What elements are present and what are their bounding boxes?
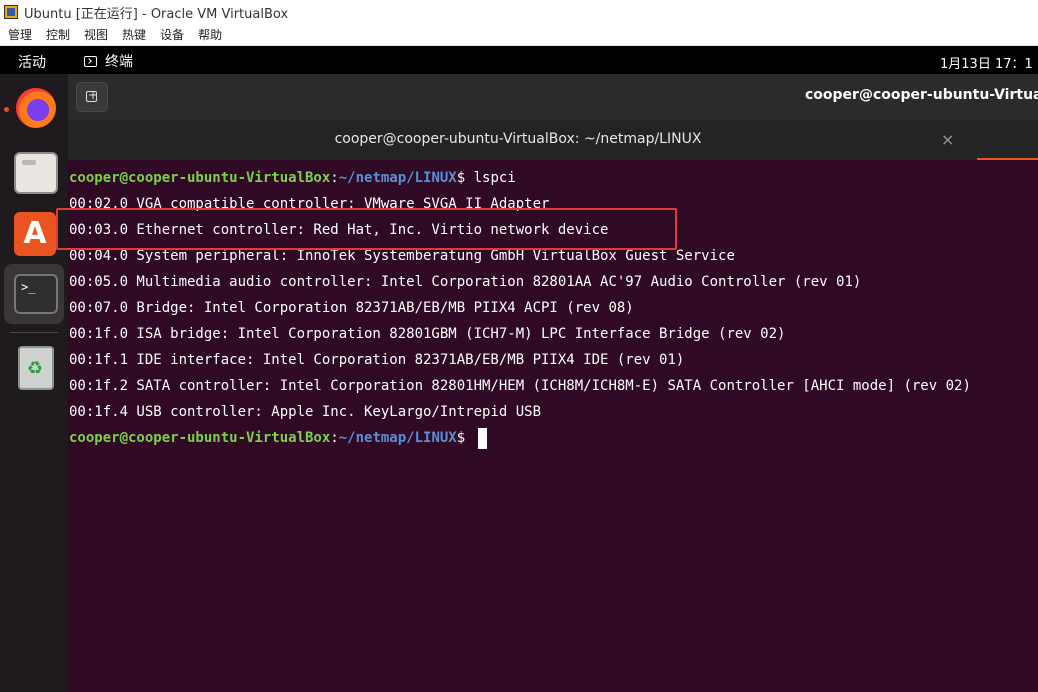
files-icon <box>14 152 58 194</box>
virtualbox-icon <box>4 5 18 19</box>
text-cursor <box>477 427 487 449</box>
prompt-user-host: cooper@cooper-ubuntu-VirtualBox <box>69 170 331 186</box>
prompt-separator: : <box>330 430 339 446</box>
terminal-tab-bar: cooper@cooper-ubuntu-VirtualBox: ~/netma… <box>68 120 1038 160</box>
menu-item-manage[interactable]: 管理 <box>8 26 32 43</box>
gnome-top-bar: 活动 终端 1月13日 17：1 <box>0 46 1038 74</box>
terminal-header-title: cooper@cooper-ubuntu-VirtualBox <box>805 87 1038 103</box>
prompt-symbol: $ <box>456 430 474 446</box>
prompt-separator: : <box>330 170 339 186</box>
dock: A >_ <box>0 74 68 692</box>
menu-item-hotkeys[interactable]: 热键 <box>122 26 146 43</box>
app-menu[interactable]: 终端 <box>84 51 133 71</box>
dock-item-terminal[interactable]: >_ <box>4 264 64 324</box>
menu-item-help[interactable]: 帮助 <box>198 26 222 43</box>
highlight-box <box>56 208 677 250</box>
new-tab-button[interactable] <box>76 82 108 112</box>
clock[interactable]: 1月13日 17：1 <box>940 53 1033 72</box>
close-tab-icon[interactable]: × <box>941 130 954 149</box>
dock-item-trash[interactable] <box>4 340 64 400</box>
terminal-icon: >_ <box>14 274 58 314</box>
menu-item-devices[interactable]: 设备 <box>160 26 184 43</box>
output-line: 00:1f.2 SATA controller: Intel Corporati… <box>69 378 971 394</box>
prompt-line: cooper@cooper-ubuntu-VirtualBox:~/netmap… <box>69 165 516 191</box>
dock-item-files[interactable] <box>4 142 64 202</box>
trash-icon <box>18 346 54 390</box>
prompt-path: ~/netmap/LINUX <box>338 170 457 186</box>
dock-item-firefox[interactable] <box>4 78 64 138</box>
tab-title[interactable]: cooper@cooper-ubuntu-VirtualBox: ~/netma… <box>68 131 968 147</box>
prompt-path: ~/netmap/LINUX <box>338 430 457 446</box>
dock-separator <box>10 332 58 333</box>
command-text: lspci <box>473 170 516 186</box>
window-title: Ubuntu [正在运行] - Oracle VM VirtualBox <box>24 6 289 22</box>
vbox-title-bar: Ubuntu [正在运行] - Oracle VM VirtualBox <box>0 0 1038 24</box>
output-line: 00:1f.0 ISA bridge: Intel Corporation 82… <box>69 326 786 342</box>
activities-button[interactable]: 活动 <box>18 52 46 72</box>
vbox-menu-bar: 管理 控制 视图 热键 设备 帮助 <box>0 24 1038 46</box>
menu-item-control[interactable]: 控制 <box>46 26 70 43</box>
terminal-header-bar: cooper@cooper-ubuntu-VirtualBox <box>68 74 1038 120</box>
app-menu-label: 终端 <box>105 54 133 70</box>
prompt-user-host: cooper@cooper-ubuntu-VirtualBox <box>69 430 331 446</box>
software-center-icon: A <box>14 212 56 256</box>
dock-item-software[interactable]: A <box>4 204 64 264</box>
output-line: 00:1f.1 IDE interface: Intel Corporation… <box>69 352 685 368</box>
output-line: 00:05.0 Multimedia audio controller: Int… <box>69 274 862 290</box>
firefox-icon <box>16 88 56 128</box>
terminal-small-icon <box>84 55 97 67</box>
output-line: 00:1f.4 USB controller: Apple Inc. KeyLa… <box>69 404 542 420</box>
prompt-symbol: $ <box>456 170 474 186</box>
prompt-line: cooper@cooper-ubuntu-VirtualBox:~/netmap… <box>69 425 487 451</box>
output-line: 00:07.0 Bridge: Intel Corporation 82371A… <box>69 300 634 316</box>
menu-item-view[interactable]: 视图 <box>84 26 108 43</box>
